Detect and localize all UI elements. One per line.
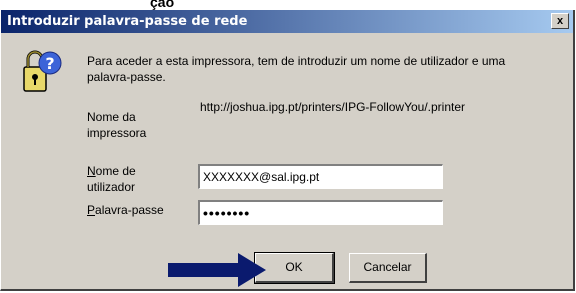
password-label-text: alavra-passe — [95, 203, 164, 217]
dialog-message: Para aceder a esta impressora, tem de in… — [87, 54, 506, 84]
close-icon: x — [556, 15, 564, 27]
background-text-fragment: ção — [150, 0, 175, 10]
close-button[interactable]: x — [551, 13, 569, 29]
password-input[interactable]: •••••••• — [198, 200, 443, 225]
password-label: Palavra-passe — [87, 202, 164, 218]
username-accelerator: N — [87, 164, 96, 178]
background-strip: ção — [0, 0, 576, 10]
printer-url: http://joshua.ipg.pt/printers/IPG-Follow… — [200, 100, 466, 114]
right-arrow-icon — [168, 253, 266, 287]
username-input[interactable]: XXXXXXX@sal.ipg.pt — [198, 164, 443, 189]
title-bar[interactable]: Introduzir palavra-passe de rede x — [1, 10, 573, 33]
username-label: Nome de utilizador — [87, 163, 177, 195]
printer-name-label: Nome da impressora — [87, 110, 147, 140]
password-dialog: Introduzir palavra-passe de rede x ? Par… — [0, 10, 575, 291]
cancel-button[interactable]: Cancelar — [349, 253, 427, 283]
key-question-icon: ? — [23, 50, 62, 92]
dialog-title: Introduzir palavra-passe de rede — [7, 14, 248, 29]
password-accelerator: P — [87, 203, 96, 217]
svg-text:?: ? — [45, 54, 54, 73]
